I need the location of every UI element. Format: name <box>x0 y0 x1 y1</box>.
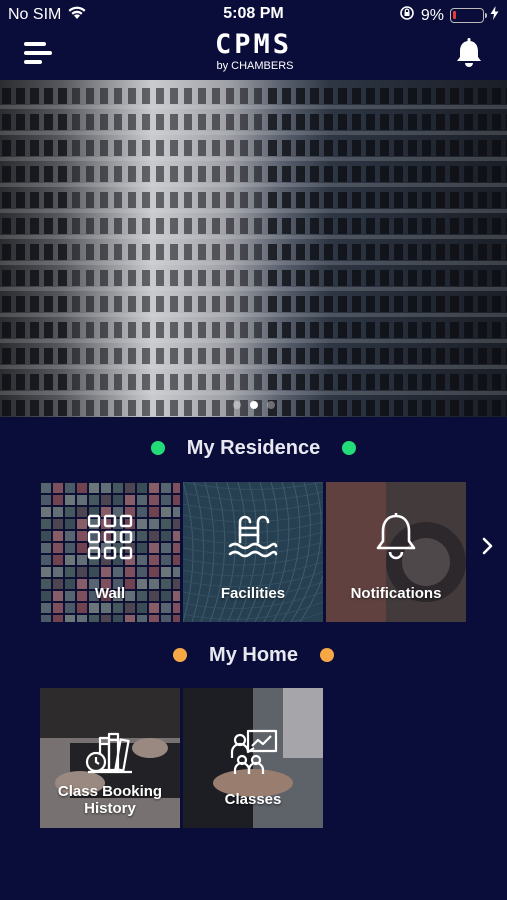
carousel-dot[interactable] <box>266 401 275 409</box>
status-right: 9% <box>399 5 499 26</box>
class-booking-history-line2: History <box>84 800 136 817</box>
logo-subtitle: by CHAMBERS <box>3 60 507 72</box>
green-bullet-icon <box>342 441 357 455</box>
pool-ladder-icon <box>183 514 323 560</box>
battery-percent: 9% <box>420 6 444 24</box>
carousel-dot-active[interactable] <box>249 401 258 409</box>
class-booking-history-label: Class Booking History <box>40 783 180 817</box>
my-home-title: My Home <box>209 643 298 666</box>
wall-label: Wall <box>94 585 126 602</box>
battery-icon <box>450 8 487 23</box>
classes-label: Classes <box>224 791 282 808</box>
rotation-lock-icon <box>399 5 415 26</box>
class-booking-history-tile[interactable]: Class Booking History <box>40 688 180 828</box>
carousel-indicators <box>0 401 507 409</box>
class-booking-history-line1: Class Booking <box>57 783 163 800</box>
logo-title: CPMS <box>214 29 293 60</box>
facilities-tile[interactable]: Facilities <box>183 482 323 622</box>
carousel-dot[interactable] <box>232 401 241 409</box>
wall-tile[interactable]: Wall <box>40 482 180 622</box>
presentation-icon <box>183 728 323 776</box>
logo-company: CHAMBERS <box>231 60 294 72</box>
my-residence-heading: My Residence <box>0 433 507 463</box>
logo-by: by <box>216 60 229 72</box>
my-residence-title: My Residence <box>186 436 321 459</box>
notifications-tile[interactable]: Notifications <box>326 482 466 622</box>
cpms-logo: CPMS by CHAMBERS <box>0 29 507 73</box>
classes-tile[interactable]: Classes <box>183 688 323 828</box>
building-facade-image <box>0 80 507 417</box>
grid-icon <box>40 514 180 560</box>
notifications-bell-icon[interactable] <box>455 38 483 68</box>
app-header: CPMS by CHAMBERS <box>0 28 507 80</box>
chevron-right-icon[interactable] <box>476 535 498 557</box>
my-home-heading: My Home <box>0 640 507 670</box>
bell-icon <box>326 512 466 560</box>
green-bullet-icon <box>150 441 165 455</box>
notifications-label: Notifications <box>350 585 442 602</box>
charging-icon <box>490 6 499 25</box>
hero-banner-carousel[interactable] <box>0 80 507 417</box>
status-bar: No SIM 5:08 PM 9% <box>0 0 507 28</box>
orange-bullet-icon <box>319 648 334 662</box>
orange-bullet-icon <box>173 648 188 662</box>
facilities-label: Facilities <box>220 585 286 602</box>
books-clock-icon <box>40 732 180 776</box>
